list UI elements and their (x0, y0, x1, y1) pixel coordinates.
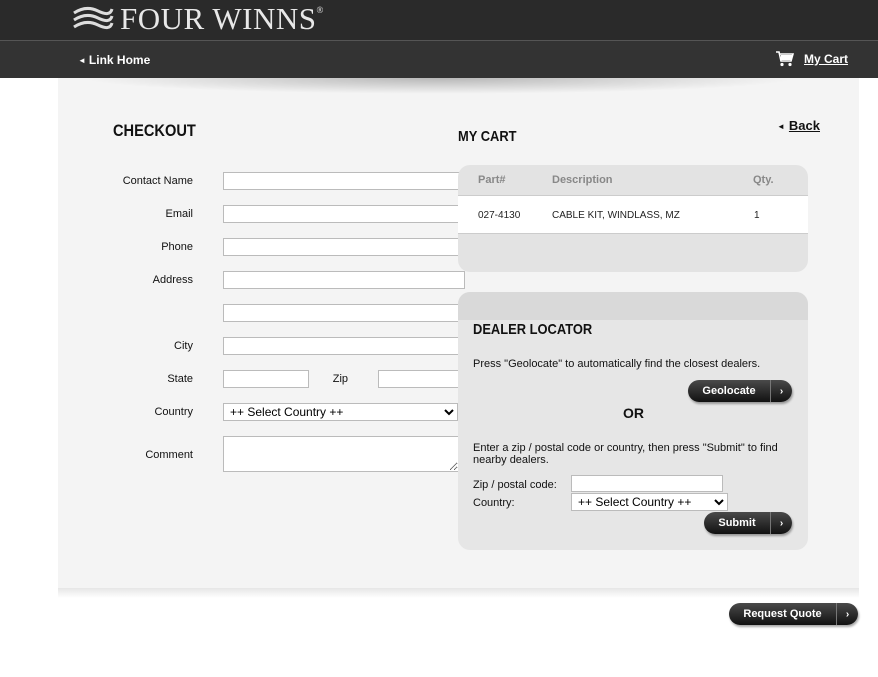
geolocate-instructions: Press "Geolocate" to automatically find … (473, 358, 761, 370)
shopping-cart-icon (776, 51, 794, 67)
dealer-country-select[interactable]: ++ Select Country ++ (571, 493, 728, 511)
left-triangle-icon: ◄ (777, 122, 785, 131)
city-label: City (174, 340, 193, 352)
address-line2-input[interactable] (223, 304, 465, 322)
chevron-right-icon: › (836, 603, 858, 625)
cell-description: CABLE KIT, WINDLASS, MZ (552, 210, 680, 221)
zip-label: Zip (332, 373, 348, 385)
contact-name-input[interactable] (223, 172, 465, 190)
phone-label: Phone (161, 241, 193, 253)
cell-qty: 1 (754, 210, 760, 221)
checkout-title: CHECKOUT (113, 121, 196, 140)
request-quote-button[interactable]: Request Quote › (729, 603, 858, 625)
top-bar: FOUR WINNS® (0, 0, 878, 40)
country-select[interactable]: ++ Select Country ++ (223, 403, 458, 421)
dealer-zip-input[interactable] (571, 475, 723, 492)
country-label: Country (154, 406, 193, 418)
city-input[interactable] (223, 337, 465, 355)
nav-bar: ◄ Link Home My Cart (0, 40, 878, 78)
column-header-qty: Qty. (753, 174, 774, 186)
cart-table-header: Part# Description Qty. (458, 165, 808, 195)
column-header-part: Part# (478, 174, 506, 186)
cart-table: Part# Description Qty. 027-4130 CABLE KI… (458, 165, 808, 272)
or-divider: OR (623, 405, 644, 421)
table-row: 027-4130 CABLE KIT, WINDLASS, MZ 1 (458, 195, 808, 234)
dealer-locator-panel: DEALER LOCATOR Press "Geolocate" to auto… (458, 292, 808, 550)
phone-input[interactable] (223, 238, 465, 256)
dealer-panel-header-bar (458, 292, 808, 320)
geolocate-button[interactable]: Geolocate › (688, 380, 792, 402)
comment-textarea[interactable] (223, 436, 459, 472)
email-label: Email (165, 208, 193, 220)
nav-shadow (80, 78, 800, 94)
address-line1-input[interactable] (223, 271, 465, 289)
left-triangle-icon: ◄ (78, 56, 86, 65)
dealer-locator-title: DEALER LOCATOR (473, 321, 593, 338)
my-cart-link[interactable]: My Cart (776, 51, 848, 67)
chevron-right-icon: › (770, 380, 792, 402)
my-cart-label[interactable]: My Cart (804, 52, 848, 66)
chevron-right-icon: › (770, 512, 792, 534)
state-label: State (167, 373, 193, 385)
email-input[interactable] (223, 205, 465, 223)
back-link[interactable]: ◄ Back (777, 118, 820, 133)
comment-label: Comment (145, 449, 193, 461)
zip-input[interactable] (378, 370, 465, 388)
panel-shadow (58, 588, 859, 598)
my-cart-title: MY CART (458, 128, 517, 145)
brand-logo[interactable]: FOUR WINNS® (72, 1, 324, 36)
link-home[interactable]: ◄ Link Home (78, 53, 150, 67)
cell-part: 027-4130 (478, 210, 521, 221)
column-header-description: Description (552, 174, 613, 186)
address-label: Address (152, 274, 193, 286)
brand-name: FOUR WINNS® (120, 1, 324, 36)
wave-logo-icon (73, 6, 114, 30)
submit-button[interactable]: Submit › (704, 512, 792, 534)
contact-name-label: Contact Name (122, 175, 193, 187)
submit-instructions: Enter a zip / postal code or country, th… (473, 442, 778, 466)
